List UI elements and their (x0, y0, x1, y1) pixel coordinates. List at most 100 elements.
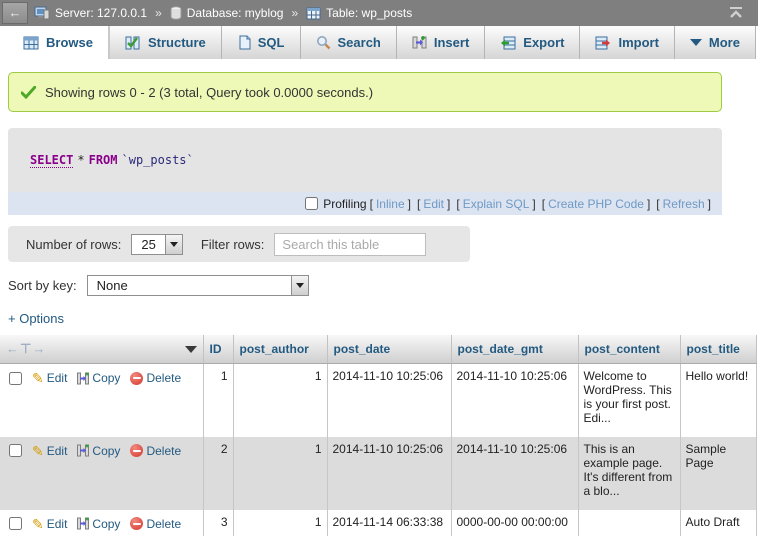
breadcrumb-database[interactable]: Database: myblog (187, 6, 284, 20)
tab-label: Search (338, 35, 381, 50)
profiling-checkbox[interactable] (305, 197, 318, 210)
tab-label: Import (618, 35, 658, 50)
pencil-icon: ✎ (32, 373, 44, 383)
column-header-id[interactable]: ID (203, 335, 233, 364)
cell-post-content: This is an example page. It's different … (578, 437, 680, 510)
cell-id: 1 (203, 364, 233, 437)
tab-import[interactable]: Import (580, 26, 674, 59)
row-controls-bar: Number of rows: 25 Filter rows: (8, 226, 470, 262)
cell-post-author: 1 (233, 437, 327, 510)
cell-post-date: 2014-11-10 10:25:06 (327, 437, 451, 510)
column-move-arrows-icon[interactable]: ←⊤→ (6, 341, 46, 357)
filter-rows-input[interactable] (274, 233, 426, 256)
column-header-post-content[interactable]: post_content (578, 335, 680, 364)
table-row: ✎Edit Copy Delete 3 1 2014-11-14 06:33:3… (0, 510, 756, 536)
insert-icon (412, 35, 427, 50)
sql-keyword-select[interactable]: SELECT (30, 153, 73, 168)
column-header-post-title[interactable]: post_title (680, 335, 756, 364)
search-icon (316, 35, 331, 50)
cell-post-date-gmt: 2014-11-10 10:25:06 (451, 437, 578, 510)
row-checkbox[interactable] (9, 372, 22, 385)
query-result-message: Showing rows 0 - 2 (3 total, Query took … (8, 72, 722, 112)
bracket: ] (647, 197, 650, 211)
copy-icon (77, 444, 89, 457)
delete-icon (130, 372, 143, 385)
number-of-rows-value: 25 (132, 235, 164, 254)
delete-row-link[interactable]: Delete (130, 444, 181, 458)
actions-header: ←⊤→ (0, 335, 203, 364)
tab-more[interactable]: More (675, 26, 756, 59)
inline-link[interactable]: Inline (376, 197, 405, 211)
copy-row-link[interactable]: Copy (77, 517, 120, 531)
breadcrumb-table[interactable]: Table: wp_posts (326, 6, 412, 20)
tab-export[interactable]: Export (485, 26, 580, 59)
column-header-post-author[interactable]: post_author (233, 335, 327, 364)
cell-post-author: 1 (233, 364, 327, 437)
cell-post-date: 2014-11-14 06:33:38 (327, 510, 451, 536)
bracket: ] (532, 197, 535, 211)
bracket: ] (708, 197, 711, 211)
edit-query-link[interactable]: Edit (423, 197, 444, 211)
collapse-menubar-icon[interactable] (728, 7, 744, 19)
number-of-rows-label: Number of rows: (26, 237, 121, 252)
tab-label: Structure (148, 35, 206, 50)
cell-post-title: Hello world! (680, 364, 756, 437)
table-header-row: ←⊤→ ID post_author post_date post_date_g… (0, 335, 756, 364)
tab-browse[interactable]: Browse (8, 26, 109, 59)
tab-sql[interactable]: SQL (222, 26, 301, 59)
explain-sql-link[interactable]: Explain SQL (463, 197, 530, 211)
sort-by-key-select[interactable]: None (87, 275, 309, 296)
create-php-code-link[interactable]: Create PHP Code (548, 197, 644, 211)
bracket: [ (370, 197, 373, 211)
table-tabs-bar: Browse Structure SQL Search Insert (0, 26, 758, 59)
cell-post-date-gmt: 2014-11-10 10:25:06 (451, 364, 578, 437)
copy-row-link[interactable]: Copy (77, 371, 120, 385)
tab-label: Export (523, 35, 564, 50)
row-checkbox[interactable] (9, 444, 22, 457)
number-of-rows-select[interactable]: 25 (131, 234, 182, 255)
table-row: ✎Edit Copy Delete 1 1 2014-11-10 10:25:0… (0, 364, 756, 437)
sort-order-icon[interactable] (185, 346, 197, 353)
query-actions-bar: Profiling [ Inline ] [ Edit ] [ Explain … (8, 192, 722, 215)
table-browse-icon (23, 36, 39, 50)
breadcrumb-separator: » (155, 6, 162, 20)
cell-post-title: Sample Page (680, 437, 756, 510)
sql-page-icon (237, 35, 251, 50)
tab-label: More (709, 35, 740, 50)
column-header-post-date-gmt[interactable]: post_date_gmt (451, 335, 578, 364)
table-structure-icon (125, 36, 141, 50)
edit-row-link[interactable]: ✎Edit (32, 371, 67, 385)
refresh-link[interactable]: Refresh (663, 197, 705, 211)
breadcrumb-server[interactable]: Server: 127.0.0.1 (55, 6, 147, 20)
edit-row-link[interactable]: ✎Edit (32, 444, 67, 458)
tab-search[interactable]: Search (301, 26, 397, 59)
bracket: [ (542, 197, 545, 211)
row-checkbox[interactable] (9, 517, 22, 530)
success-check-icon (21, 86, 36, 99)
tab-label: SQL (258, 35, 285, 50)
sort-by-key-row: Sort by key: None (8, 275, 758, 296)
back-button[interactable]: ← (2, 2, 28, 24)
tab-structure[interactable]: Structure (109, 26, 222, 59)
breadcrumb-separator: » (291, 6, 298, 20)
sort-by-key-label: Sort by key: (8, 278, 77, 293)
profiling-label: Profiling (323, 197, 366, 211)
sql-query-display: SELECT * FROM `wp_posts` (8, 128, 722, 192)
cell-post-date-gmt: 0000-00-00 00:00:00 (451, 510, 578, 536)
bracket: [ (417, 197, 420, 211)
delete-row-link[interactable]: Delete (130, 371, 181, 385)
edit-row-link[interactable]: ✎Edit (32, 517, 67, 531)
options-toggle-link[interactable]: + Options (8, 311, 64, 326)
select-dropdown-button (165, 235, 182, 254)
table-row: ✎Edit Copy Delete 2 1 2014-11-10 10:25:0… (0, 437, 756, 510)
copy-icon (77, 372, 89, 385)
delete-row-link[interactable]: Delete (130, 517, 181, 531)
copy-row-link[interactable]: Copy (77, 444, 120, 458)
result-message-text: Showing rows 0 - 2 (3 total, Query took … (45, 85, 373, 100)
tab-insert[interactable]: Insert (397, 26, 485, 59)
column-header-post-date[interactable]: post_date (327, 335, 451, 364)
chevron-down-icon (690, 39, 702, 46)
cell-id: 2 (203, 437, 233, 510)
cell-post-title: Auto Draft (680, 510, 756, 536)
export-icon (500, 36, 516, 50)
